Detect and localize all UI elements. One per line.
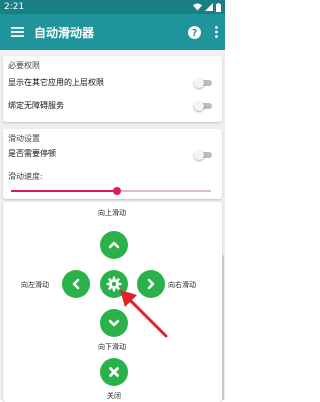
- toggle-thumb: [194, 78, 204, 88]
- speed-label: 滑动速度:: [8, 172, 43, 181]
- app-bar: 自动滑动器 ?: [0, 14, 225, 50]
- status-bar: 2:21: [0, 0, 225, 14]
- swipe-left-label: 向左滑动: [21, 281, 49, 289]
- help-icon: ?: [187, 25, 201, 39]
- swipe-right-label: 向右滑动: [168, 281, 196, 289]
- status-time: 2:21: [4, 2, 25, 12]
- toggle-thumb: [194, 101, 204, 111]
- permissions-title: 必要权限: [8, 61, 40, 70]
- wifi-icon: [193, 3, 202, 11]
- pause-toggle[interactable]: [194, 150, 212, 160]
- accessibility-service-label: 绑定无障碍服务: [8, 101, 64, 110]
- chevron-up-icon: [108, 241, 120, 249]
- help-button[interactable]: ?: [181, 14, 207, 50]
- app-title: 自动滑动器: [34, 25, 95, 40]
- menu-icon: [10, 27, 24, 37]
- svg-text:?: ?: [191, 27, 196, 38]
- permissions-card: 必要权限 显示在其它应用的上层权限 绑定无障碍服务: [3, 56, 222, 122]
- slide-settings-title: 滑动设置: [8, 134, 40, 143]
- battery-icon: [216, 2, 221, 12]
- control-pad-card: 向上滑动 向左滑动 向右滑动 向下滑动 关闭: [3, 202, 222, 402]
- accessibility-service-toggle[interactable]: [194, 101, 212, 111]
- swipe-left-button[interactable]: [62, 270, 90, 298]
- swipe-up-label: 向上滑动: [98, 209, 126, 217]
- more-options-button[interactable]: [207, 14, 225, 50]
- toggle-thumb: [194, 150, 204, 160]
- overlay-permission-label: 显示在其它应用的上层权限: [8, 78, 104, 87]
- main-content: 必要权限 显示在其它应用的上层权限 绑定无障碍服务 滑动设置 是否需要停顿 滑动…: [0, 50, 225, 402]
- slider-thumb[interactable]: [113, 187, 121, 195]
- more-vert-icon: [214, 26, 218, 38]
- signal-icon: [205, 3, 213, 11]
- pause-label: 是否需要停顿: [8, 149, 56, 158]
- slider-fill: [11, 190, 117, 192]
- swipe-down-label: 向下滑动: [98, 343, 126, 351]
- close-icon: [109, 367, 119, 377]
- overlay-permission-toggle[interactable]: [194, 78, 212, 88]
- scrollbar[interactable]: [222, 255, 224, 400]
- chevron-left-icon: [72, 278, 80, 290]
- speed-slider[interactable]: [11, 186, 211, 196]
- annotation-arrow-icon: [120, 290, 168, 338]
- status-icons: [193, 2, 221, 12]
- close-button[interactable]: [100, 358, 128, 386]
- swipe-up-button[interactable]: [100, 231, 128, 259]
- slide-settings-card: 滑动设置 是否需要停顿 滑动速度:: [3, 129, 222, 199]
- menu-button[interactable]: [0, 14, 34, 50]
